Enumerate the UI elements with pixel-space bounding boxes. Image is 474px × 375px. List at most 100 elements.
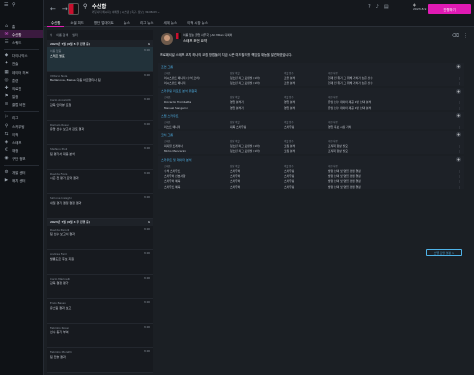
nav-item[interactable]: ⌂ 홈 <box>0 22 43 30</box>
advice-settings-button[interactable]: 스텝 조언 설정 > <box>426 249 462 256</box>
help-icon[interactable]: ? <box>368 4 371 10</box>
tab[interactable]: 소셜 피드 <box>66 18 88 27</box>
inbox-message[interactable]: 이름 없음 스태프 발표 8:00 <box>47 47 153 72</box>
search-icon[interactable]: ⚲ <box>12 3 17 8</box>
row-menu-icon[interactable]: ⋮ <box>458 144 461 148</box>
section-header[interactable]: 스텝 스카우트 + <box>158 112 464 119</box>
nav-item[interactable]: € 재정 <box>0 147 43 155</box>
continue-button[interactable]: 진행하기 <box>428 4 471 14</box>
column-header[interactable]: 역할 점수 <box>284 139 328 143</box>
row-menu-icon[interactable]: ⋮ <box>458 149 461 153</box>
chat-icon[interactable]: ▤ <box>384 4 389 10</box>
tab[interactable]: 리그 뉴스 <box>136 18 158 27</box>
section-header[interactable]: 코치 그룹 + <box>158 131 464 138</box>
column-header[interactable]: 추천 사항 <box>328 120 458 124</box>
delete-icon[interactable]: ⌫ <box>452 33 459 39</box>
column-header[interactable]: 스태프 <box>164 120 230 124</box>
advice-row[interactable]: 어시스턴트 매니저 청소년 리그 포텐셜 (1차) 조언 분석 현재 전 위기 그 위… <box>158 80 464 85</box>
nav-item[interactable]: ☰ 스쿼드 <box>0 38 43 46</box>
nav-item[interactable]: ≡ 클럽 비전 <box>0 101 43 109</box>
nav-item[interactable]: ✚ 의료진 <box>0 84 43 92</box>
column-header[interactable]: 담당 역할 <box>230 95 284 99</box>
expand-icon[interactable]: + <box>456 157 461 163</box>
back-arrow-icon[interactable]: ← <box>50 5 56 13</box>
section-header[interactable]: 스카우팅 리포트 분석 위원회 + <box>158 88 464 95</box>
more-icon[interactable]: ⋮ <box>463 33 468 39</box>
nav-item[interactable]: ◎ 훈련 <box>0 76 43 84</box>
tab[interactable]: 뉴스 <box>120 18 134 27</box>
nav-item[interactable]: ▶ 매치 센터 <box>0 176 43 184</box>
column-header[interactable]: 역할 점수 <box>284 164 328 168</box>
inbox-message[interactable]: Stefano Pioli 팀 평가서 대응 분석 8:00 <box>47 145 153 170</box>
column-header[interactable]: 스태프 <box>164 71 230 75</box>
bell-icon[interactable]: ♪ <box>376 4 379 10</box>
inbox-search[interactable]: 이름 검색 <box>56 33 68 37</box>
inbox-message[interactable]: Andrea Ferri 발롱도르 후보 지원 8:00 <box>47 250 153 275</box>
column-header[interactable]: 추천 사항 <box>328 95 458 99</box>
row-menu-icon[interactable]: ⋮ <box>458 174 461 178</box>
column-header[interactable]: 추천 사항 <box>328 139 458 143</box>
nav-item[interactable]: ⚙ 개발 센터 <box>0 168 43 176</box>
column-header[interactable]: 담당 역할 <box>230 164 284 168</box>
nav-item[interactable]: ✦ 전술 <box>0 60 43 68</box>
row-menu-icon[interactable]: ⋮ <box>458 185 461 189</box>
column-header[interactable]: 담당 역할 <box>230 71 284 75</box>
tab[interactable]: 이적 시장 뉴스 <box>183 18 212 27</box>
nav-item[interactable]: ⚐ 리그 <box>0 114 43 122</box>
row-menu-icon[interactable]: ⋮ <box>458 81 461 85</box>
inbox-message[interactable]: Fabrizio Rossi 선수 동기 부여 8:00 <box>47 324 153 348</box>
column-header[interactable]: 역할 점수 <box>284 120 328 124</box>
row-menu-icon[interactable]: ⋮ <box>458 169 461 173</box>
column-header[interactable]: 추천 사항 <box>328 71 458 75</box>
club-badge-icon[interactable] <box>68 3 79 15</box>
tab[interactable]: 수신함 <box>47 18 65 27</box>
advice-row[interactable]: 리스트 매니저 대륙 스카우팅 스카우팅 영입 후보 시장 가치 ⋮ <box>158 124 464 129</box>
forward-arrow-icon[interactable]: → <box>62 5 68 13</box>
sender-avatar[interactable] <box>161 33 173 45</box>
inbox-message[interactable]: Davide Fiore 시즌 전 평가 요약 결과 8:00 <box>47 170 153 194</box>
column-header[interactable]: 스태프 <box>164 95 230 99</box>
inbox-message[interactable]: Enzo Basso 유스팀 결과 보고 8:00 <box>47 299 153 324</box>
inbox-message[interactable]: Fabrizio Moretti 팀 전술 결과 8:00 <box>47 348 153 373</box>
row-menu-icon[interactable]: ⋮ <box>458 179 461 183</box>
expand-icon[interactable]: + <box>456 64 461 69</box>
column-header[interactable]: 담당 역할 <box>230 120 284 124</box>
tab[interactable]: 명단 업데이트 <box>90 18 118 27</box>
search-icon[interactable]: ⚲ <box>83 3 87 10</box>
row-menu-icon[interactable]: ⋮ <box>458 106 461 110</box>
expand-icon[interactable]: + <box>456 113 461 119</box>
column-header[interactable]: 역할 점수 <box>284 71 328 75</box>
inbox-message[interactable]: Carlo Marinelli 감독 결정 평가 8:00 <box>47 275 153 299</box>
column-header[interactable]: 스태프 <box>164 139 230 143</box>
row-menu-icon[interactable]: ⋮ <box>458 76 461 80</box>
inbox-group-header[interactable]: 2023년 7월 (9월 5 주 진행 중) 1 <box>47 40 153 47</box>
nav-item[interactable]: ◈ 스태프 <box>0 138 43 146</box>
menu-icon[interactable]: ☰ <box>4 3 9 8</box>
nav-item[interactable]: ✉ 수신함 <box>0 30 43 39</box>
inbox-message[interactable]: Simone Inzaghi 내일 경기 결정 결정 결과 8:00 <box>47 194 153 219</box>
inbox-filter[interactable]: 필터 <box>72 33 78 37</box>
message-from[interactable]: 이름 없는 클럽 사무국 | AC Milan 디렉터 <box>183 33 232 37</box>
expand-icon[interactable]: + <box>456 132 461 138</box>
nav-item[interactable]: ◆ 다이나믹스 <box>0 52 43 60</box>
search-icon[interactable]: ⚲ <box>50 33 52 37</box>
nav-item[interactable]: ▦ 데이터 허브 <box>0 68 43 76</box>
expand-icon[interactable]: + <box>456 88 461 94</box>
nav-item[interactable]: ⇆ 이적 <box>0 130 43 138</box>
row-menu-icon[interactable]: ⋮ <box>458 100 461 104</box>
section-header[interactable]: 조언 그룹 + <box>158 63 464 70</box>
inbox-group-header[interactable]: 2023년 7월 (9월 4 주 진행 중) 1 <box>47 218 153 226</box>
inbox-message[interactable]: Davide Parodi 팀 선수 보고서 결과 8:00 <box>47 226 153 250</box>
advice-row[interactable]: 스카우트 예측 스카우터 스카우팅 방향 선택 및 영입 경쟁 결정 ⋮ <box>158 184 464 189</box>
nav-item[interactable]: ⚑ 일정 <box>0 93 43 101</box>
advice-row[interactable]: Manuel Sangerni 영입 분석가 영입 분석 유망 선수 데이터 제공 1… <box>158 105 464 110</box>
column-header[interactable]: 역할 점수 <box>284 95 328 99</box>
section-header[interactable]: 스카우트 및 데이터 분석 + <box>158 156 464 163</box>
column-header[interactable]: 스태프 <box>164 164 230 168</box>
inbox-message[interactable]: Vittorio Nola Bellanova, Bielsa 다음 아르헨티나 … <box>47 72 153 96</box>
tab[interactable]: 세계 뉴스 <box>160 18 182 27</box>
nav-item[interactable]: ◉ 구단 정보 <box>0 155 43 163</box>
inbox-message[interactable]: Romelo Rossi 유망 선수 보고서 검토 결과 8:00 <box>47 121 153 145</box>
advice-row[interactable]: Mirko Mencarini 청소년 리그 포텐셜 (1차) 코칭 분석 조직력 향… <box>158 149 464 154</box>
nav-item[interactable]: ⚲ 스카우팅 <box>0 122 43 130</box>
